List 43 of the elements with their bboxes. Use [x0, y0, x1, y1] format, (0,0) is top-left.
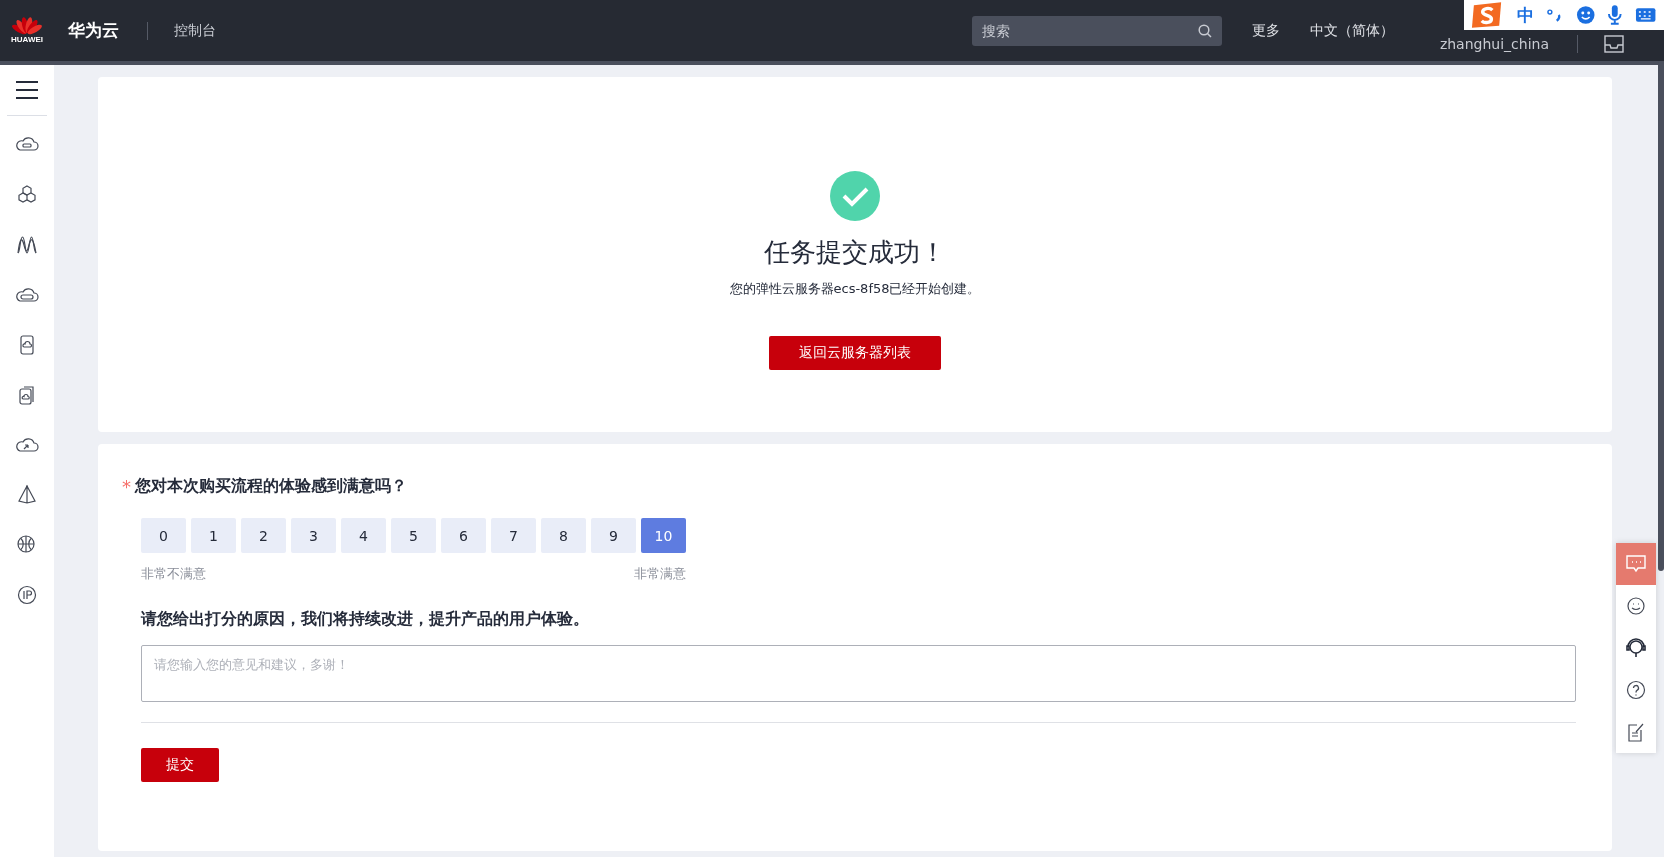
score-option[interactable]: 4 — [341, 518, 386, 553]
feedback-field[interactable]: 请您输入您的意见和建议，多谢！ — [141, 645, 1576, 702]
score-option[interactable]: 1 — [191, 518, 236, 553]
score-option[interactable]: 9 — [591, 518, 636, 553]
user-name[interactable]: zhanghui_china — [1439, 36, 1549, 52]
scale-high-label: 非常满意 — [634, 565, 686, 583]
score-option[interactable]: 2 — [241, 518, 286, 553]
score-option[interactable]: 7 — [491, 518, 536, 553]
search-icon[interactable] — [1197, 23, 1212, 38]
brand-name[interactable]: 华为云 — [68, 19, 119, 42]
back-to-list-button[interactable]: 返回云服务器列表 — [769, 336, 941, 370]
score-option[interactable]: 0 — [141, 518, 186, 553]
score-option[interactable]: 10 — [641, 518, 686, 553]
help-icon[interactable] — [1626, 680, 1646, 700]
inbox-icon[interactable] — [1604, 35, 1624, 53]
score-option[interactable]: 6 — [441, 518, 486, 553]
survey-question: 您对本次购买流程的体验感到满意吗？ — [135, 476, 407, 497]
score-option[interactable]: 3 — [291, 518, 336, 553]
scale-low-label: 非常不满意 — [141, 565, 206, 583]
required-mark: * — [122, 476, 131, 497]
success-title: 任务提交成功！ — [764, 236, 946, 269]
smiley-icon[interactable] — [1626, 596, 1646, 616]
smiley-icon[interactable] — [1575, 5, 1595, 25]
success-check-icon — [830, 171, 880, 221]
score-option[interactable]: 8 — [541, 518, 586, 553]
logo-text: HUAWEI — [11, 35, 43, 44]
logo-icon — [12, 17, 42, 35]
reason-prompt: 请您给出打分的原因，我们将持续改进，提升产品的用户体验。 — [141, 609, 590, 630]
microphone-icon[interactable] — [1607, 4, 1623, 26]
headset-icon[interactable] — [1625, 637, 1647, 659]
chat-icon[interactable] — [1626, 555, 1646, 573]
search-field[interactable]: 搜索 — [971, 15, 1222, 46]
input-mode[interactable]: 中 — [1517, 3, 1535, 27]
submit-button[interactable]: 提交 — [141, 748, 219, 782]
keyboard-icon[interactable] — [1634, 6, 1656, 24]
pyramid-icon[interactable] — [15, 483, 39, 507]
success-message: 您的弹性云服务器ecs-8f58已经开始创建。 — [729, 280, 981, 298]
nav-link[interactable]: 更多 — [1251, 21, 1280, 40]
edit-icon[interactable] — [1627, 722, 1645, 742]
ip-icon[interactable] — [15, 583, 39, 607]
score-option[interactable]: 5 — [391, 518, 436, 553]
console-link[interactable]: 控制台 — [174, 21, 216, 40]
nav-link[interactable]: 中文（简体） — [1309, 21, 1394, 40]
